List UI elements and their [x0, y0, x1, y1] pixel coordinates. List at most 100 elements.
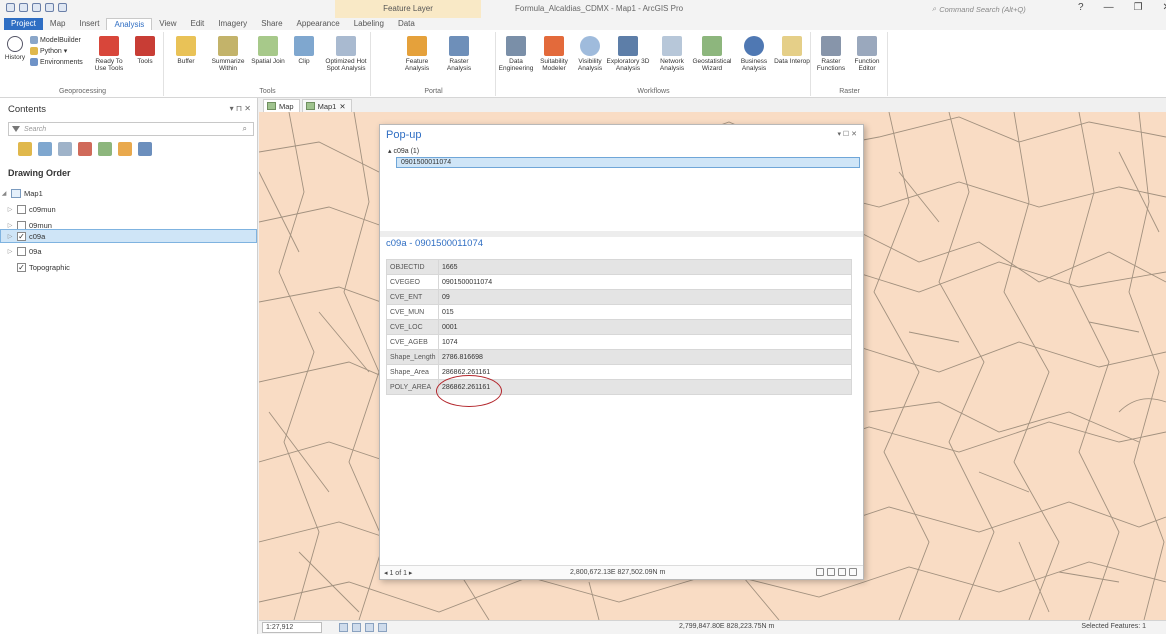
python-button[interactable]: Python ▾ — [30, 47, 67, 55]
tools-button[interactable]: Tools — [126, 36, 164, 65]
restore-button[interactable]: ❐ — [1134, 2, 1143, 13]
drawing-order-icon[interactable] — [18, 142, 32, 156]
tab-share[interactable]: Share — [254, 18, 289, 30]
buffer-button[interactable]: Buffer — [167, 36, 205, 65]
quick-access-toolbar[interactable] — [6, 3, 67, 12]
tab-map1-view[interactable]: Map1 ✕ — [301, 99, 352, 112]
tab-imagery[interactable]: Imagery — [211, 18, 254, 30]
minimize-button[interactable]: — — [1104, 2, 1114, 13]
editing-icon[interactable] — [78, 142, 92, 156]
scale-selector[interactable]: 1:27,912 — [262, 622, 322, 633]
tab-edit[interactable]: Edit — [183, 18, 211, 30]
data-interop-button[interactable]: Data Interop — [773, 36, 811, 65]
contents-pane-controls[interactable]: ▾ ⊓ ✕ — [230, 104, 251, 113]
navigate-icon[interactable] — [365, 623, 374, 632]
flash-icon[interactable] — [838, 568, 846, 576]
new-project-icon[interactable] — [6, 3, 15, 12]
data-source-icon[interactable] — [38, 142, 52, 156]
collapse-icon[interactable]: ▷ — [6, 233, 14, 240]
feature-pager[interactable]: ◂ 1 of 1 ▸ — [384, 569, 412, 577]
layer-item-selected[interactable]: ▷ ✓ c09a — [0, 229, 257, 243]
filter-icon[interactable] — [12, 126, 20, 132]
visibility-analysis-label: Visibility Analysis — [577, 58, 603, 72]
environments-button[interactable]: Environments — [30, 58, 83, 66]
command-search[interactable]: ⌕ Command Search (Alt+Q) — [932, 3, 1050, 15]
popup-splitter[interactable] — [380, 231, 863, 237]
network-analysis-button[interactable]: Network Analysis — [653, 36, 691, 72]
layer-item[interactable]: ▷ 09a — [0, 244, 257, 258]
layer-checkbox-checked[interactable]: ✓ — [17, 262, 26, 272]
redo-icon[interactable] — [58, 3, 67, 12]
map-node[interactable]: ◢ Map1 — [0, 186, 257, 200]
ready-to-use-tools-button[interactable]: Ready To Use Tools — [90, 36, 128, 72]
labeling-icon[interactable] — [118, 142, 132, 156]
data-engineering-button[interactable]: Data Engineering — [497, 36, 535, 72]
close-button[interactable]: ✕ — [1163, 2, 1166, 13]
business-analysis-button[interactable]: Business Analysis — [735, 36, 773, 72]
tab-project[interactable]: Project — [4, 18, 43, 30]
tab-map[interactable]: Map — [43, 18, 73, 30]
selected-features-count[interactable]: Selected Features: 1 — [1081, 623, 1146, 630]
tab-appearance[interactable]: Appearance — [290, 18, 347, 30]
visibility-analysis-button[interactable]: Visibility Analysis — [571, 36, 609, 72]
layer-item-basemap[interactable]: ✓ Topographic — [0, 260, 257, 274]
tab-insert[interactable]: Insert — [72, 18, 106, 30]
snapping-icon[interactable] — [98, 142, 112, 156]
expand-icon[interactable]: ◢ — [0, 190, 8, 197]
summarize-within-button[interactable]: Summarize Within — [209, 36, 247, 72]
perspective-icon[interactable] — [138, 142, 152, 156]
layer-checkbox-checked[interactable]: ✓ — [17, 231, 26, 241]
collapse-icon[interactable]: ▷ — [6, 222, 14, 229]
history-button[interactable]: History — [2, 36, 28, 61]
raster-analysis-button[interactable]: Raster Analysis — [440, 36, 478, 72]
layer-checkbox[interactable] — [17, 204, 26, 214]
refresh-icon[interactable] — [378, 623, 387, 632]
function-editor-button[interactable]: Function Editor — [848, 36, 886, 72]
clip-button[interactable]: Clip — [285, 36, 323, 65]
field-value: 0001 — [438, 319, 852, 335]
tab-labeling[interactable]: Labeling — [347, 18, 391, 30]
suitability-modeler-button[interactable]: Suitability Modeler — [535, 36, 573, 72]
highlight-circle-annotation — [436, 375, 502, 407]
table-icon[interactable] — [352, 623, 361, 632]
copy-icon[interactable] — [827, 568, 835, 576]
popup-feature-item[interactable]: 0901500011074 — [396, 157, 860, 168]
raster-functions-button[interactable]: Raster Functions — [812, 36, 850, 72]
portal-group: Feature Analysis Raster Analysis Portal — [372, 32, 496, 96]
undo-icon[interactable] — [45, 3, 54, 12]
modelbuilder-button[interactable]: ModelBuilder — [30, 36, 81, 44]
tab-view[interactable]: View — [152, 18, 183, 30]
popup-title: Pop-up — [386, 129, 422, 141]
help-button[interactable]: ? — [1078, 2, 1084, 13]
zoom-to-icon[interactable] — [849, 568, 857, 576]
layer-checkbox[interactable] — [17, 246, 26, 256]
print-icon[interactable] — [816, 568, 824, 576]
popup-layer-node[interactable]: ▴ c09a (1) — [388, 147, 419, 155]
grid-icon[interactable] — [339, 623, 348, 632]
geostatistical-wizard-button[interactable]: Geostatistical Wizard — [691, 36, 733, 72]
cursor-coordinates[interactable]: 2,799,847.80E 828,223.75N m — [679, 623, 774, 630]
popup-window: Pop-up ▾ ☐ ✕ ▴ c09a (1) 0901500011074 c0… — [379, 124, 864, 580]
search-icon[interactable]: ⌕ — [243, 124, 247, 134]
layer-item[interactable]: ▷ c09mun — [0, 202, 257, 216]
map-name: Map1 — [24, 188, 43, 198]
hot-spot-icon — [336, 36, 356, 56]
tab-data[interactable]: Data — [391, 18, 422, 30]
open-project-icon[interactable] — [19, 3, 28, 12]
close-icon[interactable]: ✕ — [339, 102, 345, 111]
save-project-icon[interactable] — [32, 3, 41, 12]
contents-search-input[interactable]: Search ⌕ — [8, 122, 254, 136]
collapse-icon[interactable]: ▷ — [6, 248, 14, 255]
clip-icon — [294, 36, 314, 56]
table-row: CVEGEO 0901500011074 — [386, 274, 852, 290]
optimized-hot-spot-button[interactable]: Optimized Hot Spot Analysis — [323, 36, 369, 72]
feature-analysis-button[interactable]: Feature Analysis — [398, 36, 436, 72]
exploratory-3d-button[interactable]: Exploratory 3D Analysis — [605, 36, 651, 72]
collapse-icon[interactable]: ▷ — [6, 206, 14, 213]
contents-pane: Contents ▾ ⊓ ✕ Search ⌕ Drawing Order ◢ M… — [0, 98, 258, 634]
popup-window-controls[interactable]: ▾ ☐ ✕ — [837, 130, 857, 138]
tab-analysis[interactable]: Analysis — [106, 18, 153, 30]
spatial-join-button[interactable]: Spatial Join — [249, 36, 287, 65]
tab-map-view[interactable]: Map — [263, 99, 300, 112]
selection-icon[interactable] — [58, 142, 72, 156]
